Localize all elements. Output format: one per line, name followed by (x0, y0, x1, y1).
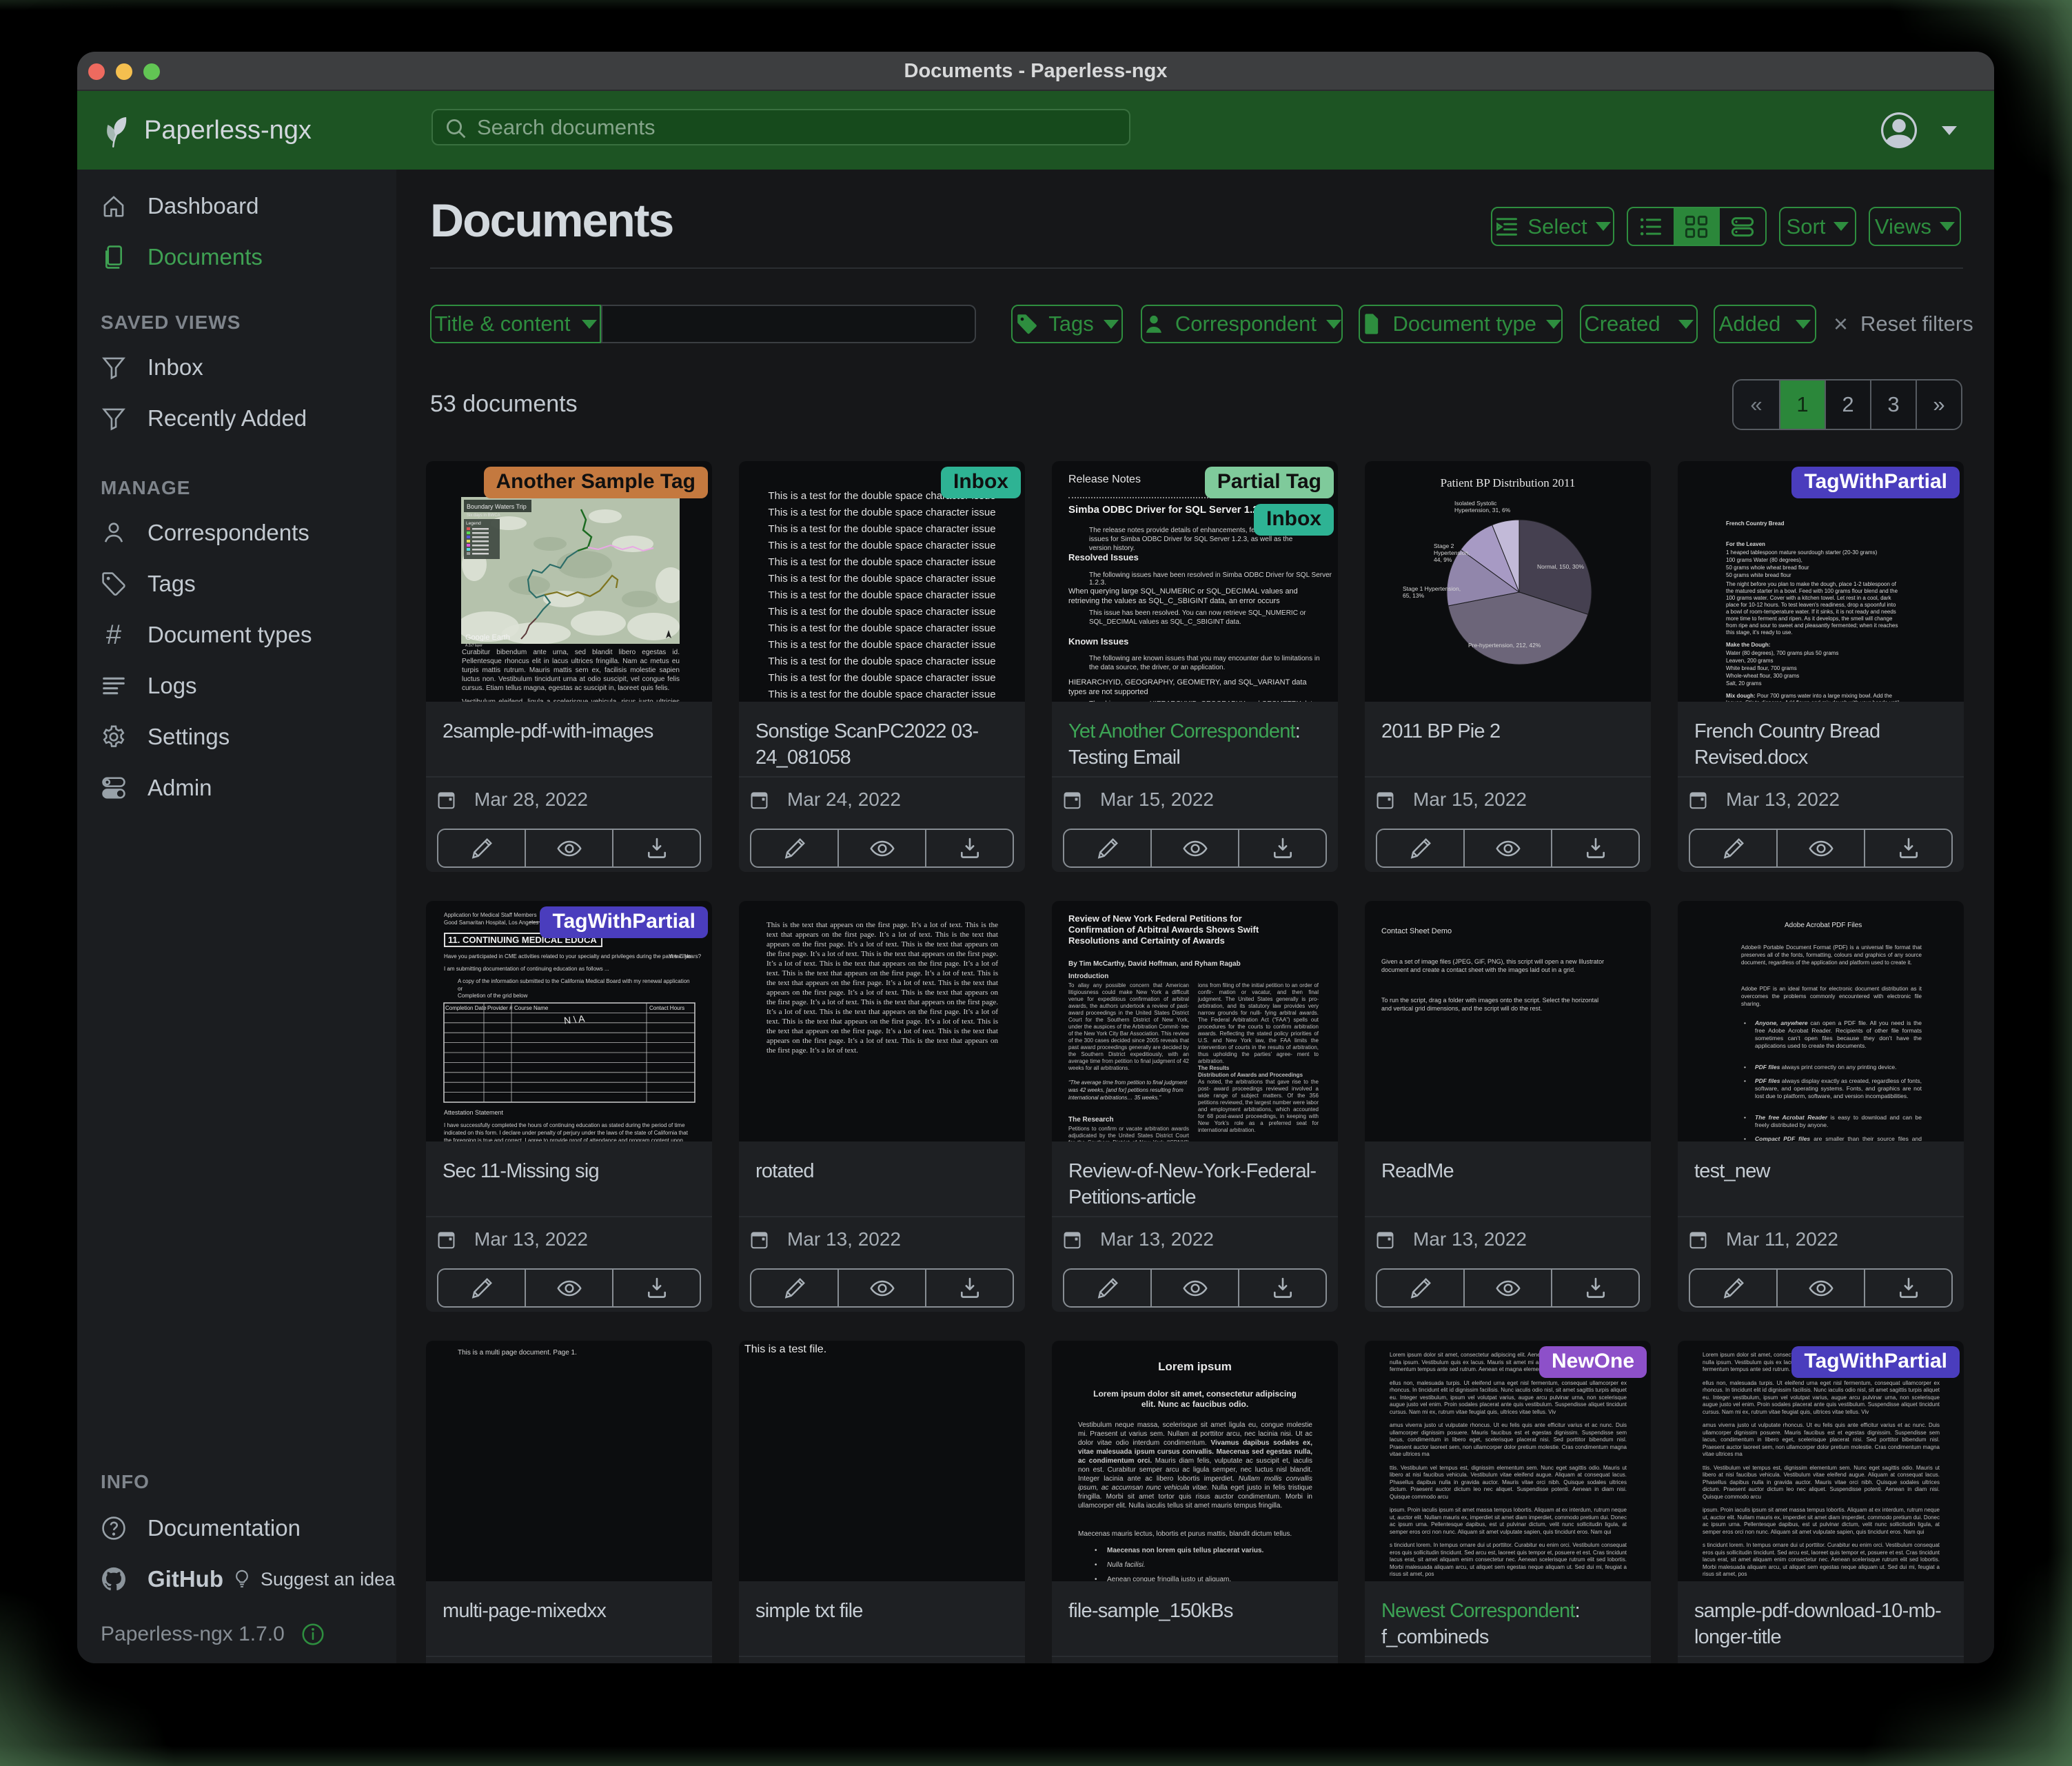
svg-text:Google Earth: Google Earth (465, 633, 510, 642)
svg-text:Legend: Legend (466, 521, 481, 526)
svg-text:Six days in BWCA: Six days in BWCA (467, 514, 500, 518)
svg-text:Boundary Waters Trip: Boundary Waters Trip (467, 503, 527, 510)
